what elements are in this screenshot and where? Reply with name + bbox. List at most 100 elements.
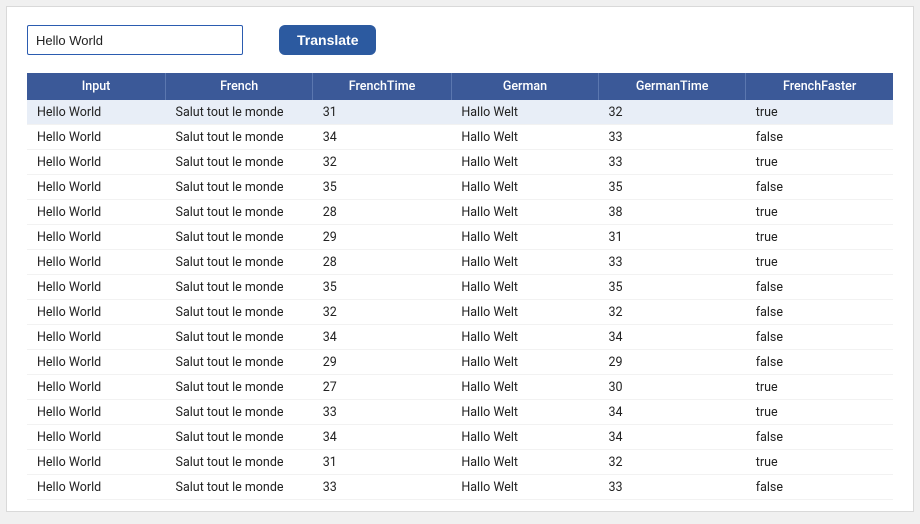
table-row[interactable]: Hello WorldSalut tout le monde32Hallo We… [27,300,893,325]
table-cell: 33 [313,475,452,500]
table-cell: 34 [599,425,746,450]
results-table: Input French FrenchTime German GermanTim… [27,73,893,500]
table-cell: Salut tout le monde [166,325,313,350]
table-cell: Hello World [27,125,166,150]
table-cell: Hello World [27,100,166,125]
table-row[interactable]: Hello WorldSalut tout le monde29Hallo We… [27,350,893,375]
table-cell: true [746,100,893,125]
table-cell: Salut tout le monde [166,450,313,475]
table-cell: Hallo Welt [451,400,598,425]
table-cell: Hallo Welt [451,275,598,300]
table-cell: true [746,450,893,475]
table-cell: Hello World [27,475,166,500]
table-cell: Hello World [27,150,166,175]
table-row[interactable]: Hello WorldSalut tout le monde33Hallo We… [27,400,893,425]
table-cell: Salut tout le monde [166,275,313,300]
translate-button[interactable]: Translate [279,25,376,55]
table-cell: Hello World [27,425,166,450]
table-cell: Hello World [27,375,166,400]
table-cell: 30 [599,375,746,400]
table-cell: Hallo Welt [451,475,598,500]
table-cell: Hallo Welt [451,125,598,150]
table-row[interactable]: Hello WorldSalut tout le monde31Hallo We… [27,100,893,125]
table-cell: Hallo Welt [451,450,598,475]
table-cell: Salut tout le monde [166,400,313,425]
table-cell: 29 [313,225,452,250]
table-cell: Salut tout le monde [166,175,313,200]
table-cell: Salut tout le monde [166,100,313,125]
table-row[interactable]: Hello WorldSalut tout le monde34Hallo We… [27,125,893,150]
table-cell: 34 [313,425,452,450]
table-cell: 34 [313,125,452,150]
text-input[interactable] [27,25,243,55]
table-cell: 33 [599,150,746,175]
table-cell: Salut tout le monde [166,300,313,325]
table-cell: Hello World [27,175,166,200]
table-cell: 38 [599,200,746,225]
table-cell: Hello World [27,250,166,275]
table-cell: 27 [313,375,452,400]
table-cell: 29 [599,350,746,375]
table-row[interactable]: Hello WorldSalut tout le monde32Hallo We… [27,150,893,175]
table-cell: Hallo Welt [451,300,598,325]
col-french-time[interactable]: FrenchTime [313,73,452,100]
table-cell: Hallo Welt [451,175,598,200]
table-cell: true [746,250,893,275]
table-cell: Hello World [27,400,166,425]
table-cell: Salut tout le monde [166,150,313,175]
table-cell: 32 [313,150,452,175]
table-row[interactable]: Hello WorldSalut tout le monde28Hallo We… [27,250,893,275]
table-cell: Hello World [27,200,166,225]
table-row[interactable]: Hello WorldSalut tout le monde29Hallo We… [27,225,893,250]
table-cell: Salut tout le monde [166,125,313,150]
table-cell: 33 [599,125,746,150]
table-cell: Salut tout le monde [166,250,313,275]
table-cell: Salut tout le monde [166,375,313,400]
table-cell: false [746,350,893,375]
table-cell: 33 [599,475,746,500]
table-cell: true [746,375,893,400]
col-german[interactable]: German [451,73,598,100]
table-cell: Hello World [27,225,166,250]
table-cell: Hello World [27,275,166,300]
col-french-faster[interactable]: FrenchFaster [746,73,893,100]
table-cell: Salut tout le monde [166,425,313,450]
table-cell: Hallo Welt [451,100,598,125]
table-cell: Hello World [27,300,166,325]
table-cell: Hallo Welt [451,225,598,250]
table-row[interactable]: Hello WorldSalut tout le monde35Hallo We… [27,175,893,200]
table-row[interactable]: Hello WorldSalut tout le monde 34Hallo We… [27,325,893,350]
table-cell: 31 [313,450,452,475]
table-cell: Hallo Welt [451,375,598,400]
table-cell: Hallo Welt [451,350,598,375]
table-cell: 34 [599,325,746,350]
table-cell: Hallo Welt [451,250,598,275]
controls-row: Translate [27,25,893,55]
table-cell: true [746,150,893,175]
col-german-time[interactable]: GermanTime [599,73,746,100]
col-input[interactable]: Input [27,73,166,100]
table-cell: Hallo Welt [451,200,598,225]
table-cell: Salut tout le monde [166,475,313,500]
table-cell: Hallo Welt [451,325,598,350]
table-row[interactable]: Hello WorldSalut tout le monde34Hallo We… [27,425,893,450]
table-cell: Hallo Welt [451,425,598,450]
table-row[interactable]: Hello WorldSalut tout le monde28Hallo We… [27,200,893,225]
table-cell: true [746,225,893,250]
table-cell: 35 [313,175,452,200]
table-cell: Hello World [27,325,166,350]
table-cell: 28 [313,200,452,225]
table-row[interactable]: Hello WorldSalut tout le monde35Hallo We… [27,275,893,300]
table-cell: 31 [599,225,746,250]
table-row[interactable]: Hello WorldSalut tout le monde31Hallo We… [27,450,893,475]
col-french[interactable]: French [166,73,313,100]
table-cell: Salut tout le monde [166,200,313,225]
table-cell: 32 [599,100,746,125]
table-row[interactable]: Hello WorldSalut tout le monde27Hallo We… [27,375,893,400]
table-cell: 34 [599,400,746,425]
table-cell: Salut tout le monde [166,350,313,375]
table-cell: Hallo Welt [451,150,598,175]
table-cell: false [746,300,893,325]
app-panel: Translate Input French FrenchTime German… [6,6,914,512]
table-row[interactable]: Hello WorldSalut tout le monde33Hallo We… [27,475,893,500]
